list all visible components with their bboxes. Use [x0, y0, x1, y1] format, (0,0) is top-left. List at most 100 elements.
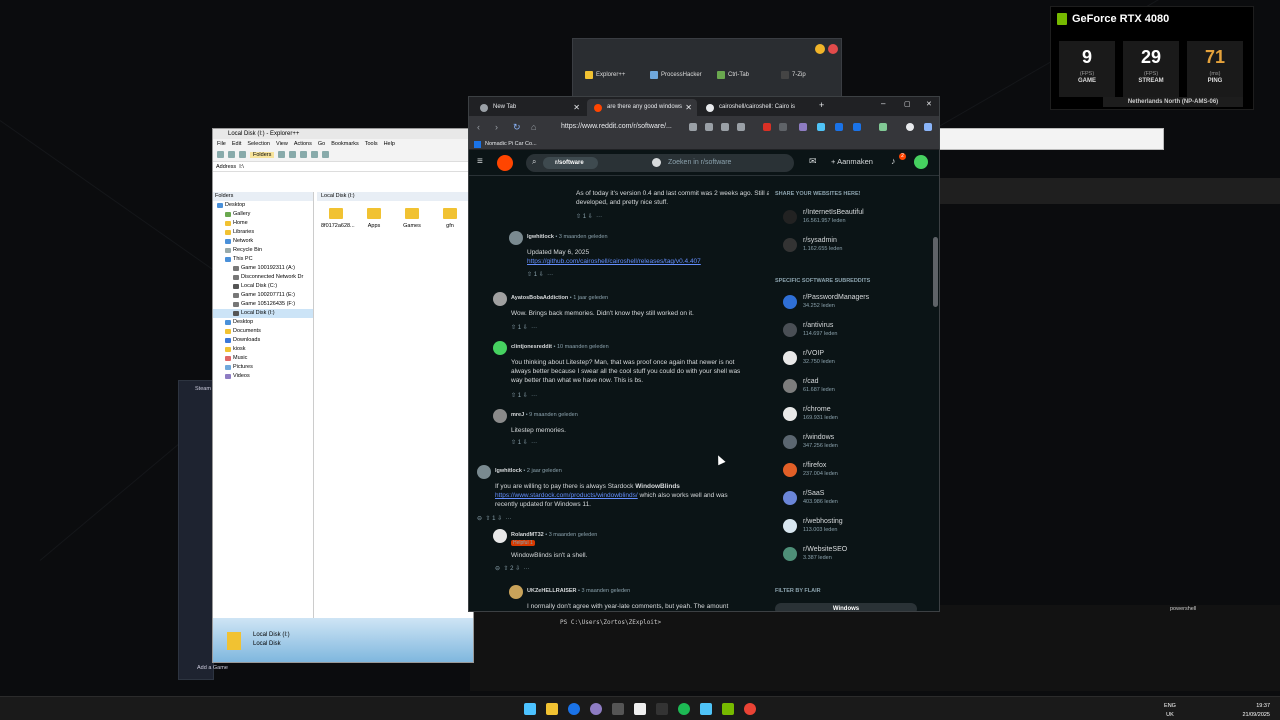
notion-icon[interactable] [634, 703, 646, 715]
avatar[interactable] [493, 409, 507, 423]
community-chip[interactable]: r/software [543, 157, 598, 169]
tree-item[interactable]: Pictures [213, 363, 313, 372]
tree-item[interactable]: Game 100192311 (A:) [213, 264, 313, 273]
notification-icon[interactable]: ♪ [891, 156, 896, 166]
vote-row[interactable]: ⊖ ⇧ 2 ⇩ ··· [495, 565, 529, 572]
file-item[interactable]: Games [397, 208, 427, 229]
reddit-logo-icon[interactable] [497, 155, 513, 171]
tab-reddit[interactable]: are there any good windows ✕ [587, 99, 697, 116]
avatar[interactable] [493, 292, 507, 306]
comment-author[interactable]: lgwhitlock • 2 jaar geleden [495, 468, 562, 474]
vote-row[interactable]: ⇧ 1 ⇩ ··· [576, 213, 602, 220]
menu-icon[interactable] [924, 123, 932, 131]
tree-item[interactable]: Local Disk (C:) [213, 282, 313, 291]
comment-author[interactable]: mreJ • 9 maanden geleden [511, 412, 578, 418]
flair-button-windows[interactable]: Windows [775, 603, 917, 611]
menu-selection[interactable]: Selection [247, 141, 270, 147]
extension-icon[interactable] [853, 123, 861, 131]
switcher-item-processhacker[interactable]: ProcessHacker [650, 71, 702, 79]
comment-author[interactable]: lgwhitlock • 3 maanden geleden [527, 234, 608, 240]
avatar[interactable] [477, 465, 491, 479]
vote-row[interactable]: ⇧ 1 ⇩ ··· [511, 324, 537, 331]
switcher-item-explorer[interactable]: Explorer++ [585, 71, 625, 79]
tree-item[interactable]: kiosk [213, 345, 313, 354]
minimize-icon[interactable] [815, 44, 825, 54]
nvidia-icon[interactable] [722, 703, 734, 715]
tree-item[interactable]: Libraries [213, 228, 313, 237]
tree-item[interactable]: Game 100207711 (E:) [213, 291, 313, 300]
delete-icon[interactable] [311, 151, 319, 158]
bookmark-icon[interactable] [737, 123, 745, 131]
file-item[interactable]: Apps [359, 208, 389, 229]
add-game-button[interactable]: Add a Game [197, 665, 228, 671]
close-tab-icon[interactable]: ✕ [683, 99, 692, 116]
tab-github[interactable]: cairoshell/cairoshell: Cairo is [699, 99, 811, 116]
scroll-thumb[interactable] [933, 237, 938, 307]
menu-go[interactable]: Go [318, 141, 325, 147]
folders-button[interactable]: Folders [250, 151, 275, 158]
tree-item[interactable]: Desktop [213, 201, 313, 210]
up-icon[interactable] [239, 151, 246, 158]
tree-item[interactable]: Home [213, 219, 313, 228]
tree-item[interactable]: Desktop [213, 318, 313, 327]
avatar[interactable] [493, 529, 507, 543]
tree-item[interactable]: Downloads [213, 336, 313, 345]
home-icon[interactable]: ⌂ [531, 122, 536, 132]
file-item[interactable]: 8f0172a628... [321, 208, 355, 229]
tree-item[interactable]: Game 105126435 (F:) [213, 300, 313, 309]
address-bar[interactable]: Address I:\ [213, 162, 473, 172]
minimize-button[interactable]: – [881, 99, 885, 108]
menu-actions[interactable]: Actions [294, 141, 312, 147]
extension-icon[interactable] [779, 123, 787, 131]
clock[interactable]: 19:37 21/09/2025 [1230, 702, 1270, 720]
file-item[interactable]: gfn [435, 208, 465, 229]
explorer-tab[interactable]: Local Disk (I:) [317, 192, 473, 201]
extension-icon[interactable] [799, 123, 807, 131]
tree-item[interactable]: Documents [213, 327, 313, 336]
close-icon[interactable] [828, 44, 838, 54]
extension-icon[interactable] [689, 123, 697, 131]
extension-icon[interactable] [879, 123, 887, 131]
maximize-button[interactable]: ▢ [904, 100, 911, 108]
app-icon[interactable] [612, 703, 624, 715]
start-icon[interactable] [524, 703, 536, 715]
avatar[interactable] [509, 231, 523, 245]
close-tab-icon[interactable]: ✕ [573, 99, 580, 116]
close-window-button[interactable]: ✕ [926, 100, 932, 108]
switcher-item-7zip[interactable]: 7-Zip [781, 71, 806, 79]
comment-author[interactable]: RolandMT32 • 3 maanden geleden Helpful 1 [511, 532, 597, 546]
forward-icon[interactable]: › [495, 122, 498, 132]
menu-view[interactable]: View [276, 141, 288, 147]
comment-author[interactable]: UKZeHELLRAISER • 3 maanden geleden [527, 588, 630, 594]
tree-item[interactable]: Disconnected Network Dr [213, 273, 313, 282]
extension-icon[interactable] [705, 123, 713, 131]
browser-icon[interactable] [568, 703, 580, 715]
create-button[interactable]: + Aanmaken [831, 157, 873, 166]
reload-icon[interactable]: ↻ [513, 122, 521, 133]
terminal-icon[interactable] [656, 703, 668, 715]
scrollbar[interactable] [932, 177, 939, 611]
menu-bookmarks[interactable]: Bookmarks [331, 141, 359, 147]
menu-tools[interactable]: Tools [365, 141, 378, 147]
bookmark-nomadic[interactable]: Nomadic Pi Car Co... [485, 141, 537, 147]
notepad-icon[interactable] [700, 703, 712, 715]
spotify-icon[interactable] [678, 703, 690, 715]
comment-author[interactable]: AyatosBobaAddiction • 1 jaar geleden [511, 295, 608, 301]
tree-item[interactable]: Music [213, 354, 313, 363]
extension-icon[interactable] [835, 123, 843, 131]
tree-item[interactable]: Gallery [213, 210, 313, 219]
vote-row[interactable]: ⇧ 1 ⇩ ··· [511, 392, 537, 399]
stardock-link[interactable]: https://www.stardock.com/products/window… [495, 492, 638, 499]
extension-icon[interactable] [763, 123, 771, 131]
paste-icon[interactable] [300, 151, 308, 158]
extension-icon[interactable] [817, 123, 825, 131]
language-indicator[interactable]: ENG UK [1160, 702, 1180, 720]
terminal-tab-label[interactable]: powershell [1170, 606, 1196, 612]
menu-edit[interactable]: Edit [232, 141, 241, 147]
tab-new-tab[interactable]: New Tab ✕ [473, 99, 585, 116]
tree-item[interactable]: Local Disk (I:) [213, 309, 313, 318]
search-box[interactable]: ⌕ r/software Zoeken in r/software [526, 154, 794, 172]
explorer-titlebar[interactable]: Local Disk (I:) - Explorer++ [213, 129, 473, 139]
vote-row[interactable]: ⇧ 1 ⇩ ··· [511, 439, 537, 446]
tree-item[interactable]: Videos [213, 372, 313, 381]
